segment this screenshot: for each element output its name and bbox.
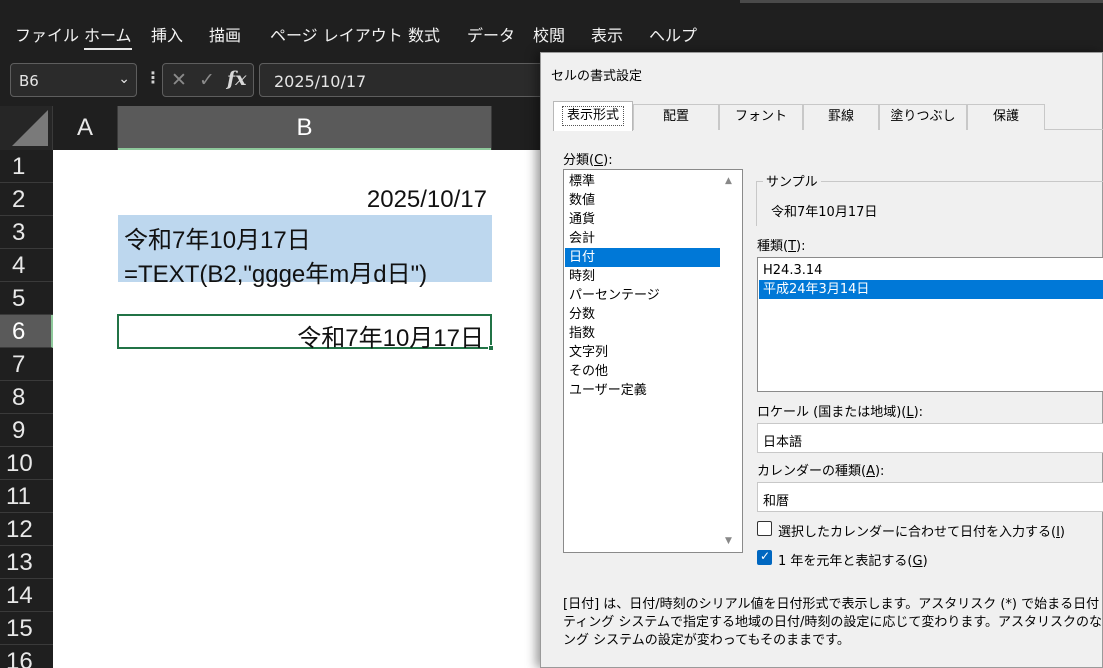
ribbon-menubar: ファイル ホーム 挿入 描画 ページ レイアウト 数式 データ 校閲 表示 ヘル…	[0, 0, 1103, 56]
worksheet-area[interactable]: 2025/10/17 令和7年10月17日 =TEXT(B2,"ggge年m月d…	[53, 150, 543, 668]
category-text[interactable]: 文字列	[565, 343, 720, 362]
tab-font[interactable]: フォント	[719, 104, 803, 130]
category-time[interactable]: 時刻	[565, 267, 720, 286]
formula-input[interactable]: 2025/10/17	[259, 63, 549, 97]
row-header-16[interactable]: 16	[0, 645, 53, 668]
cell-b2[interactable]: 2025/10/17	[367, 186, 487, 214]
format-cells-dialog: セルの書式設定 表示形式 配置 フォント 罫線 塗りつぶし 保護 分類(C): …	[540, 52, 1103, 668]
row-header-7[interactable]: 7	[0, 348, 53, 381]
category-custom[interactable]: ユーザー定義	[565, 381, 720, 400]
menu-draw[interactable]: 描画	[209, 22, 241, 46]
calendar-value: 和暦	[763, 494, 790, 509]
name-box[interactable]: B6 ⌄	[10, 63, 137, 97]
row-header-10[interactable]: 10	[0, 447, 53, 480]
calendar-select[interactable]: 和暦	[757, 482, 1103, 512]
formula-buttons: ✕ ✓ fx	[162, 63, 254, 97]
column-header-b[interactable]: B	[118, 106, 492, 150]
cancel-icon[interactable]: ✕	[171, 69, 187, 91]
tab-number[interactable]: 表示形式	[553, 101, 633, 131]
description-line-1: [日付] は、日付/時刻のシリアル値を日付形式で表示します。アスタリスク (*)…	[563, 597, 1100, 612]
row-header-1[interactable]: 1	[0, 150, 53, 183]
more-options-icon[interactable]: ⋮	[145, 68, 161, 87]
category-accounting[interactable]: 会計	[565, 229, 720, 248]
type-item-selected[interactable]: 平成24年3月14日	[759, 280, 1103, 299]
formula-value: 2025/10/17	[274, 72, 367, 91]
menu-page-layout[interactable]: ページ レイアウト	[270, 22, 403, 46]
input-by-calendar-checkbox[interactable]	[757, 521, 772, 536]
category-date[interactable]: 日付	[565, 248, 720, 267]
row-header-12[interactable]: 12	[0, 513, 53, 546]
menu-review[interactable]: 校閲	[533, 22, 565, 46]
row-header-8[interactable]: 8	[0, 381, 53, 414]
cell-b6-value: 令和7年10月17日	[297, 325, 484, 352]
locale-value: 日本語	[763, 435, 803, 450]
checkmark-icon: ✓	[760, 549, 771, 563]
row-header-4[interactable]: 4	[0, 249, 53, 282]
menu-formulas[interactable]: 数式	[408, 22, 440, 46]
cell-b3[interactable]: 令和7年10月17日	[124, 220, 311, 255]
category-percentage[interactable]: パーセンテージ	[565, 286, 720, 305]
tab-alignment[interactable]: 配置	[633, 104, 719, 130]
window-topline	[740, 0, 1103, 3]
row-header-14[interactable]: 14	[0, 579, 53, 612]
scroll-down-icon[interactable]: ▼	[725, 536, 732, 546]
menu-insert[interactable]: 挿入	[151, 22, 183, 46]
first-year-gannen-checkbox[interactable]: ✓	[757, 549, 772, 565]
category-scientific[interactable]: 指数	[565, 324, 720, 343]
dialog-title: セルの書式設定	[551, 69, 643, 84]
row-header-11[interactable]: 11	[0, 480, 53, 513]
calendar-label: カレンダーの種類(A):	[757, 464, 885, 479]
row-header-3[interactable]: 3	[0, 216, 53, 249]
name-box-value: B6	[19, 72, 39, 90]
active-cell-b6[interactable]: 令和7年10月17日	[117, 314, 494, 352]
description-line-2: ティング システムで指定する地域の日付/時刻の設定に応じて変わります。アスタリス…	[563, 615, 1103, 630]
tab-fill[interactable]: 塗りつぶし	[879, 104, 967, 130]
insert-function-icon[interactable]: fx	[227, 68, 247, 90]
description-line-3: ング システムの設定が変わってもそのままです。	[563, 633, 850, 648]
menu-data[interactable]: データ	[467, 22, 515, 46]
category-fraction[interactable]: 分数	[565, 305, 720, 324]
input-by-calendar-label[interactable]: 選択したカレンダーに合わせて日付を入力する(I)	[778, 521, 1065, 540]
menu-help[interactable]: ヘルプ	[649, 22, 697, 46]
column-header-a[interactable]: A	[53, 106, 118, 150]
tab-border[interactable]: 罫線	[803, 104, 879, 130]
cell-b4[interactable]: =TEXT(B2,"ggge年m月d日")	[124, 254, 427, 289]
row-header-15[interactable]: 15	[0, 612, 53, 645]
type-list[interactable]: H24.3.14 平成24年3月14日	[757, 257, 1103, 392]
locale-label: ロケール (国または地域)(L):	[757, 405, 924, 420]
chevron-down-icon[interactable]: ⌄	[118, 71, 130, 87]
row-header-13[interactable]: 13	[0, 546, 53, 579]
category-number[interactable]: 数値	[565, 191, 720, 210]
tab-protection[interactable]: 保護	[967, 104, 1045, 130]
sample-label: サンプル	[763, 171, 821, 190]
row-header-5[interactable]: 5	[0, 282, 53, 315]
menu-file[interactable]: ファイル	[15, 22, 79, 46]
sample-value: 令和7年10月17日	[771, 205, 878, 220]
scroll-up-icon[interactable]: ▲	[725, 176, 732, 186]
category-special[interactable]: その他	[565, 362, 720, 381]
category-label: 分類(C):	[563, 153, 613, 168]
category-general[interactable]: 標準	[565, 172, 720, 191]
menu-view[interactable]: 表示	[591, 22, 623, 46]
row-header-9[interactable]: 9	[0, 414, 53, 447]
select-all-button[interactable]	[0, 106, 53, 150]
check-icon[interactable]: ✓	[199, 69, 215, 91]
fill-handle[interactable]	[488, 345, 494, 351]
type-item[interactable]: H24.3.14	[759, 261, 1103, 280]
locale-select[interactable]: 日本語	[757, 423, 1103, 453]
category-scrollbar[interactable]: ▲ ▼	[720, 170, 742, 552]
category-list[interactable]: 標準 数値 通貨 会計 日付 時刻 パーセンテージ 分数 指数 文字列 その他 …	[563, 169, 743, 553]
first-year-gannen-label[interactable]: 1 年を元年と表記する(G)	[778, 550, 928, 569]
row-header-2[interactable]: 2	[0, 183, 53, 216]
category-currency[interactable]: 通貨	[565, 210, 720, 229]
type-label: 種類(T):	[757, 239, 806, 254]
menu-home[interactable]: ホーム	[84, 22, 132, 50]
row-header-6[interactable]: 6	[0, 315, 53, 348]
select-all-triangle-icon	[12, 110, 48, 146]
